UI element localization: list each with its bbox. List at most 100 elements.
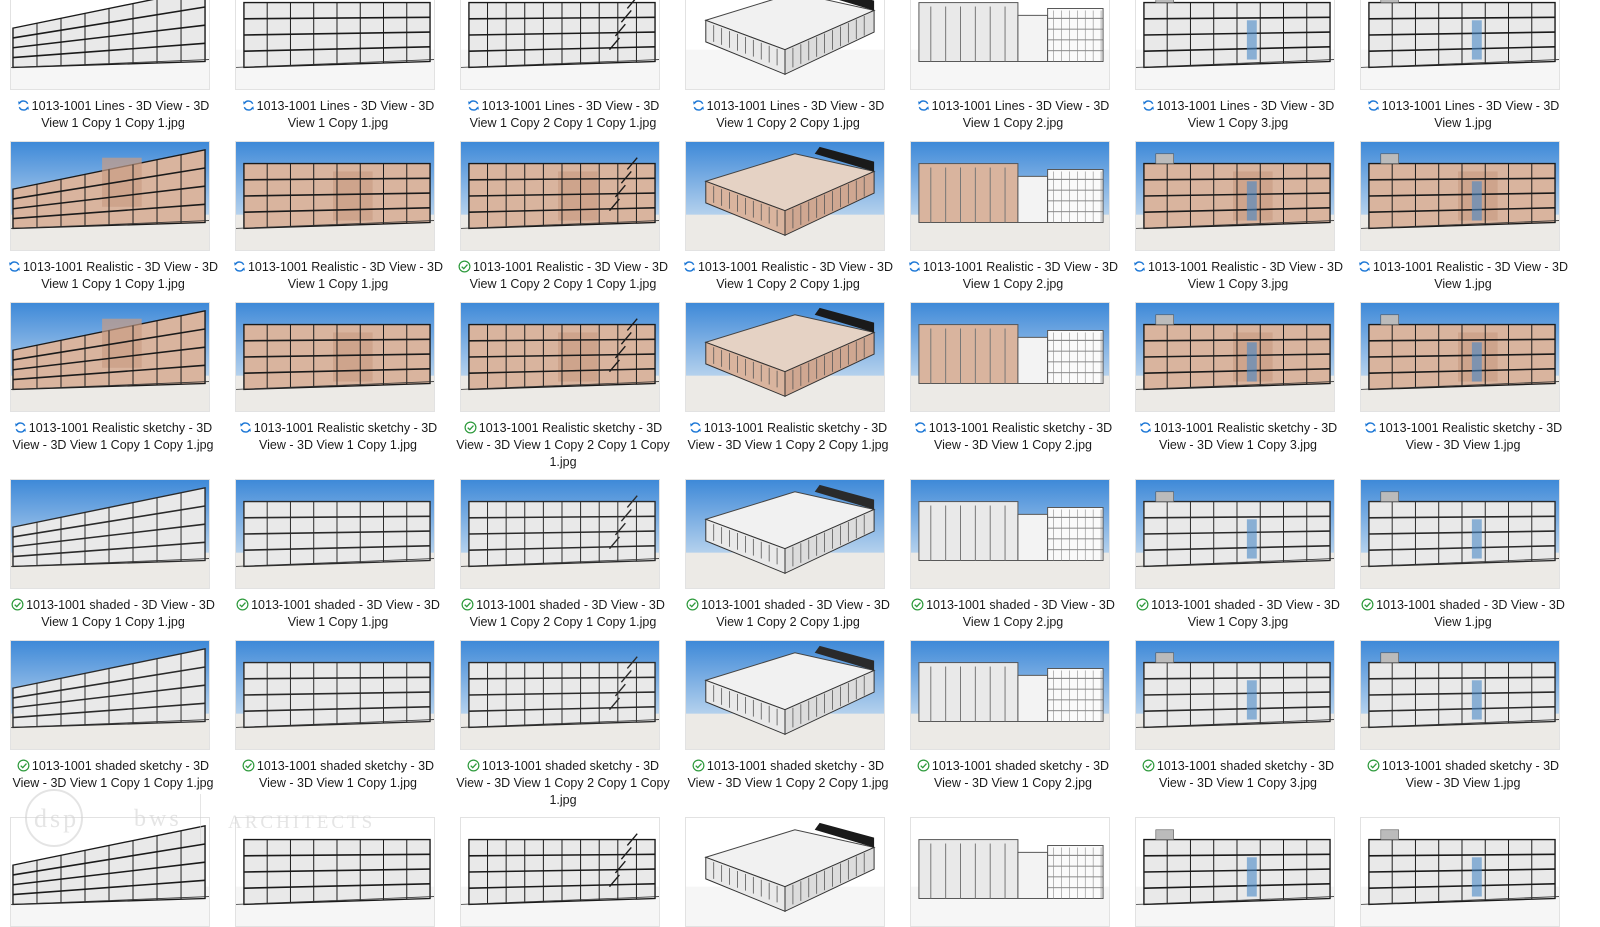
file-thumbnail[interactable] <box>910 640 1110 750</box>
file-name-label[interactable]: 1013-1001 Realistic - 3D View - 3D View … <box>2 259 224 293</box>
thumbnail-render <box>11 641 209 749</box>
file-thumbnail[interactable] <box>10 141 210 251</box>
file-thumbnail[interactable] <box>10 640 210 750</box>
file-name-label[interactable]: 1013-1001 shaded - 3D View - 3D View 1 C… <box>452 597 674 631</box>
file-name-label[interactable]: 1013-1001 Realistic - 3D View - 3D View … <box>902 259 1124 293</box>
file-name-label[interactable]: 1013-1001 Realistic sketchy - 3D View - … <box>452 420 674 471</box>
sync-icon <box>683 260 696 273</box>
file-name-label[interactable]: 1013-1001 Realistic sketchy - 3D View - … <box>902 420 1124 454</box>
file-name-label[interactable]: 1013-1001 shaded sketchy - 3D View - 3D … <box>452 758 674 809</box>
thumbnail-render <box>911 142 1109 250</box>
file-thumbnail[interactable] <box>1135 640 1335 750</box>
file-thumbnail[interactable] <box>10 479 210 589</box>
thumbnail-render <box>236 0 434 89</box>
file-thumbnail[interactable] <box>10 817 210 927</box>
file-thumbnail[interactable] <box>1360 302 1560 412</box>
file-thumbnail[interactable] <box>460 640 660 750</box>
file-name-text: 1013-1001 shaded - 3D View - 3D View 1 C… <box>469 598 665 629</box>
file-name-label[interactable]: 1013-1001 Realistic - 3D View - 3D View … <box>227 259 449 293</box>
file-thumbnail[interactable] <box>10 0 210 90</box>
file-thumbnail[interactable] <box>10 302 210 412</box>
file-thumbnail[interactable] <box>1135 479 1335 589</box>
file-thumbnail[interactable] <box>1360 817 1560 927</box>
file-thumbnail[interactable] <box>235 479 435 589</box>
file-name-label[interactable]: 1013-1001 shaded - 3D View - 3D View 1 C… <box>2 597 224 631</box>
file-name-text: 1013-1001 Realistic - 3D View - 3D View … <box>922 260 1118 291</box>
file-thumbnail[interactable] <box>460 479 660 589</box>
file-thumbnail[interactable] <box>235 817 435 927</box>
thumbnail-render <box>1136 480 1334 588</box>
file-name-label[interactable]: 1013-1001 shaded sketchy - 3D View - 3D … <box>1352 758 1574 792</box>
file-name-label[interactable]: 1013-1001 shaded sketchy - 3D View - 3D … <box>902 758 1124 792</box>
check-icon <box>1361 598 1374 611</box>
file-name-text: 1013-1001 Realistic sketchy - 3D View - … <box>687 421 889 452</box>
file-name-label[interactable]: 1013-1001 shaded sketchy - 3D View - 3D … <box>227 758 449 792</box>
file-thumbnail[interactable] <box>685 817 885 927</box>
file-thumbnail-grid: 1013-1001 Lines - 3D View - 3D View 1 Co… <box>0 0 1600 927</box>
file-thumbnail[interactable] <box>685 640 885 750</box>
file-name-label[interactable]: 1013-1001 Lines - 3D View - 3D View 1 Co… <box>2 98 224 132</box>
file-thumbnail[interactable] <box>910 0 1110 90</box>
file-thumbnail[interactable] <box>235 0 435 90</box>
file-name-label[interactable]: 1013-1001 shaded - 3D View - 3D View 1 C… <box>677 597 899 631</box>
file-thumbnail[interactable] <box>1135 141 1335 251</box>
file-name-label[interactable]: 1013-1001 Realistic sketchy - 3D View - … <box>1127 420 1349 454</box>
file-name-label[interactable]: 1013-1001 Lines - 3D View - 3D View 1.jp… <box>1352 98 1574 132</box>
file-thumbnail[interactable] <box>1135 0 1335 90</box>
file-thumbnail[interactable] <box>685 479 885 589</box>
file-name-label[interactable]: 1013-1001 shaded - 3D View - 3D View 1 C… <box>902 597 1124 631</box>
file-thumbnail[interactable] <box>235 141 435 251</box>
thumbnail-render <box>1361 818 1559 926</box>
file-name-label[interactable]: 1013-1001 shaded sketchy - 3D View - 3D … <box>2 758 224 792</box>
file-name-label[interactable]: 1013-1001 shaded - 3D View - 3D View 1 C… <box>227 597 449 631</box>
file-name-text: 1013-1001 shaded - 3D View - 3D View 1 C… <box>926 598 1115 629</box>
file-name-label[interactable]: 1013-1001 Realistic - 3D View - 3D View … <box>1352 259 1574 293</box>
file-name-text: 1013-1001 Lines - 3D View - 3D View 1 Co… <box>31 99 210 130</box>
thumbnail-render <box>911 641 1109 749</box>
file-thumbnail[interactable] <box>1135 817 1335 927</box>
file-name-label[interactable]: 1013-1001 Realistic sketchy - 3D View - … <box>677 420 899 454</box>
file-name-label[interactable]: 1013-1001 Realistic sketchy - 3D View - … <box>2 420 224 454</box>
file-thumbnail[interactable] <box>460 817 660 927</box>
file-thumbnail[interactable] <box>460 0 660 90</box>
file-name-label[interactable]: 1013-1001 Lines - 3D View - 3D View 1 Co… <box>452 98 674 132</box>
file-thumbnail[interactable] <box>1360 640 1560 750</box>
file-name-label[interactable]: 1013-1001 shaded - 3D View - 3D View 1 C… <box>1127 597 1349 631</box>
file-thumbnail[interactable] <box>910 141 1110 251</box>
file-name-text: 1013-1001 Realistic - 3D View - 3D View … <box>247 260 443 291</box>
file-thumbnail[interactable] <box>910 479 1110 589</box>
file-name-label[interactable]: 1013-1001 Realistic - 3D View - 3D View … <box>452 259 674 293</box>
file-thumbnail[interactable] <box>460 141 660 251</box>
file-name-label[interactable]: 1013-1001 shaded sketchy - 3D View - 3D … <box>677 758 899 792</box>
file-thumbnail[interactable] <box>235 302 435 412</box>
file-name-label[interactable]: 1013-1001 shaded - 3D View - 3D View 1.j… <box>1352 597 1574 631</box>
file-name-label[interactable]: 1013-1001 Lines - 3D View - 3D View 1 Co… <box>227 98 449 132</box>
file-thumbnail[interactable] <box>460 302 660 412</box>
file-name-label[interactable]: 1013-1001 Lines - 3D View - 3D View 1 Co… <box>677 98 899 132</box>
thumbnail-render <box>236 818 434 926</box>
file-name-label[interactable]: 1013-1001 Lines - 3D View - 3D View 1 Co… <box>1127 98 1349 132</box>
file-name-label[interactable]: 1013-1001 Realistic - 3D View - 3D View … <box>677 259 899 293</box>
file-name-label[interactable]: 1013-1001 Realistic - 3D View - 3D View … <box>1127 259 1349 293</box>
thumbnail-render <box>11 818 209 926</box>
file-thumbnail[interactable] <box>685 141 885 251</box>
file-name-text: 1013-1001 shaded - 3D View - 3D View 1 C… <box>1151 598 1340 629</box>
file-name-label[interactable]: 1013-1001 Lines - 3D View - 3D View 1 Co… <box>902 98 1124 132</box>
check-icon <box>236 598 249 611</box>
thumbnail-render <box>236 641 434 749</box>
file-thumbnail[interactable] <box>1360 479 1560 589</box>
file-thumbnail[interactable] <box>1135 302 1335 412</box>
file-thumbnail[interactable] <box>910 302 1110 412</box>
file-name-label[interactable]: 1013-1001 Realistic sketchy - 3D View - … <box>1352 420 1574 454</box>
check-icon <box>911 598 924 611</box>
file-thumbnail[interactable] <box>235 640 435 750</box>
file-name-text: 1013-1001 shaded - 3D View - 3D View 1 C… <box>701 598 890 629</box>
file-name-label[interactable]: 1013-1001 shaded sketchy - 3D View - 3D … <box>1127 758 1349 792</box>
file-thumbnail[interactable] <box>1360 0 1560 90</box>
file-name-label[interactable]: 1013-1001 Realistic sketchy - 3D View - … <box>227 420 449 454</box>
sync-icon <box>917 99 930 112</box>
file-thumbnail[interactable] <box>1360 141 1560 251</box>
file-thumbnail[interactable] <box>685 302 885 412</box>
file-thumbnail[interactable] <box>685 0 885 90</box>
file-thumbnail[interactable] <box>910 817 1110 927</box>
